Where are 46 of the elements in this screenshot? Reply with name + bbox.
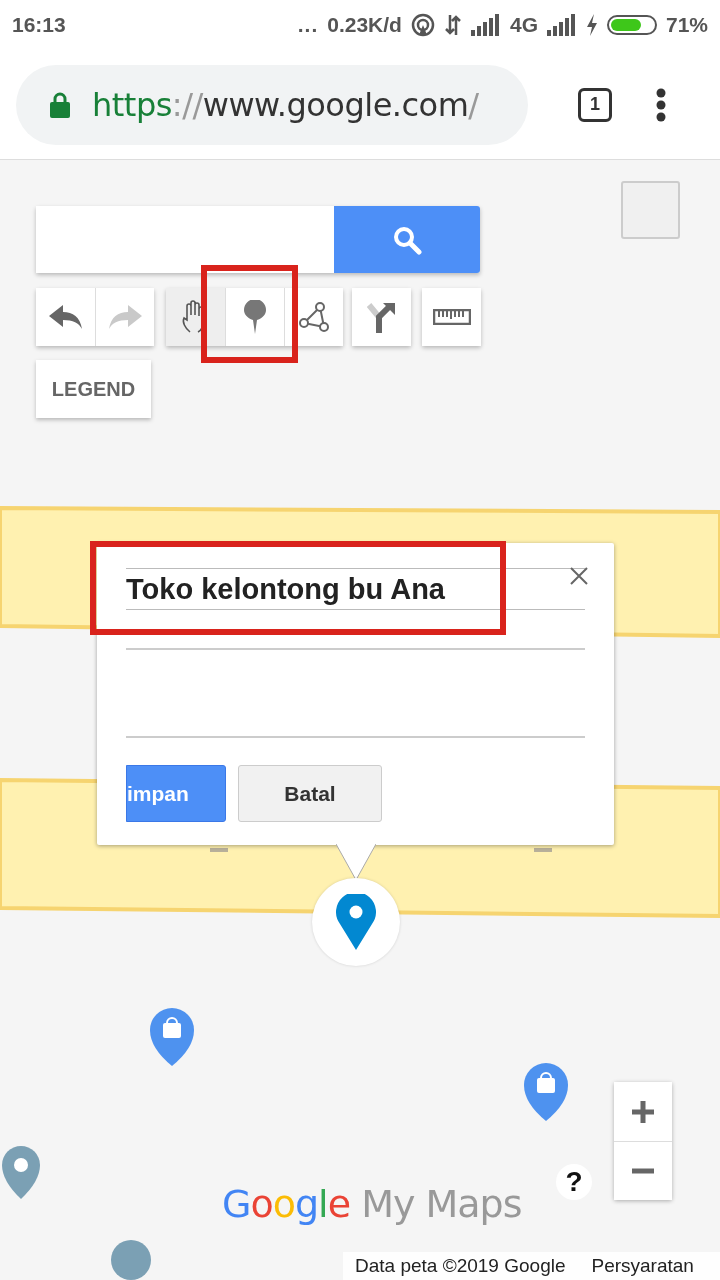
minus-icon — [632, 1168, 654, 1174]
search-button[interactable] — [334, 206, 480, 273]
marker-tool-button[interactable] — [225, 288, 284, 346]
undo-tool-button[interactable] — [36, 288, 95, 346]
directions-tool-button[interactable] — [352, 288, 411, 346]
tab-count-button[interactable]: 1 — [578, 87, 612, 122]
map-data-credit: Data peta ©2019 Google — [355, 1255, 566, 1277]
description-field[interactable] — [126, 648, 585, 738]
shop-pin-icon[interactable] — [524, 1063, 568, 1121]
signal-icon — [470, 14, 501, 36]
lock-icon — [50, 91, 70, 118]
google-my-maps-logo: Google My Maps — [222, 1182, 522, 1226]
redo-icon — [108, 305, 142, 329]
data-speed: 0.23K/d — [327, 13, 402, 37]
place-pin-icon[interactable] — [2, 1146, 40, 1199]
url-text: https://www.google.com/ — [92, 85, 479, 124]
directions-icon — [366, 301, 397, 333]
signal-icon — [546, 14, 577, 36]
undo-icon — [48, 305, 83, 329]
line-tool-button[interactable] — [284, 288, 343, 346]
menu-icon[interactable] — [656, 87, 666, 122]
clock-time: 16:13 — [12, 13, 66, 37]
ruler-icon — [432, 309, 471, 325]
hand-tool-button[interactable] — [166, 288, 225, 346]
plus-icon — [632, 1100, 654, 1123]
data-arrows-icon — [443, 13, 462, 37]
pin-icon — [336, 894, 376, 950]
terms-link[interactable]: Persyaratan — [591, 1255, 694, 1277]
search-icon — [392, 224, 422, 255]
hotspot-icon — [410, 13, 435, 37]
close-icon[interactable] — [570, 567, 588, 585]
title-field[interactable]: Toko kelontong bu Ana — [126, 568, 585, 610]
search-field[interactable] — [36, 206, 334, 273]
charging-icon — [585, 14, 598, 36]
battery-percent: 71% — [665, 13, 708, 37]
pin-icon — [244, 300, 266, 334]
shop-pin-icon[interactable] — [150, 1008, 194, 1066]
line-icon — [298, 301, 330, 333]
more-dots: ... — [297, 13, 319, 37]
address-bar[interactable]: https://www.google.com/ — [16, 64, 528, 145]
cancel-button[interactable]: Batal — [238, 765, 382, 822]
zoom-out-button[interactable] — [614, 1141, 672, 1200]
network-type: 4G — [509, 13, 538, 37]
legend-button[interactable]: LEGEND — [36, 360, 151, 418]
zoom-in-button[interactable] — [614, 1082, 672, 1141]
ruler-tool-button[interactable] — [422, 288, 481, 346]
